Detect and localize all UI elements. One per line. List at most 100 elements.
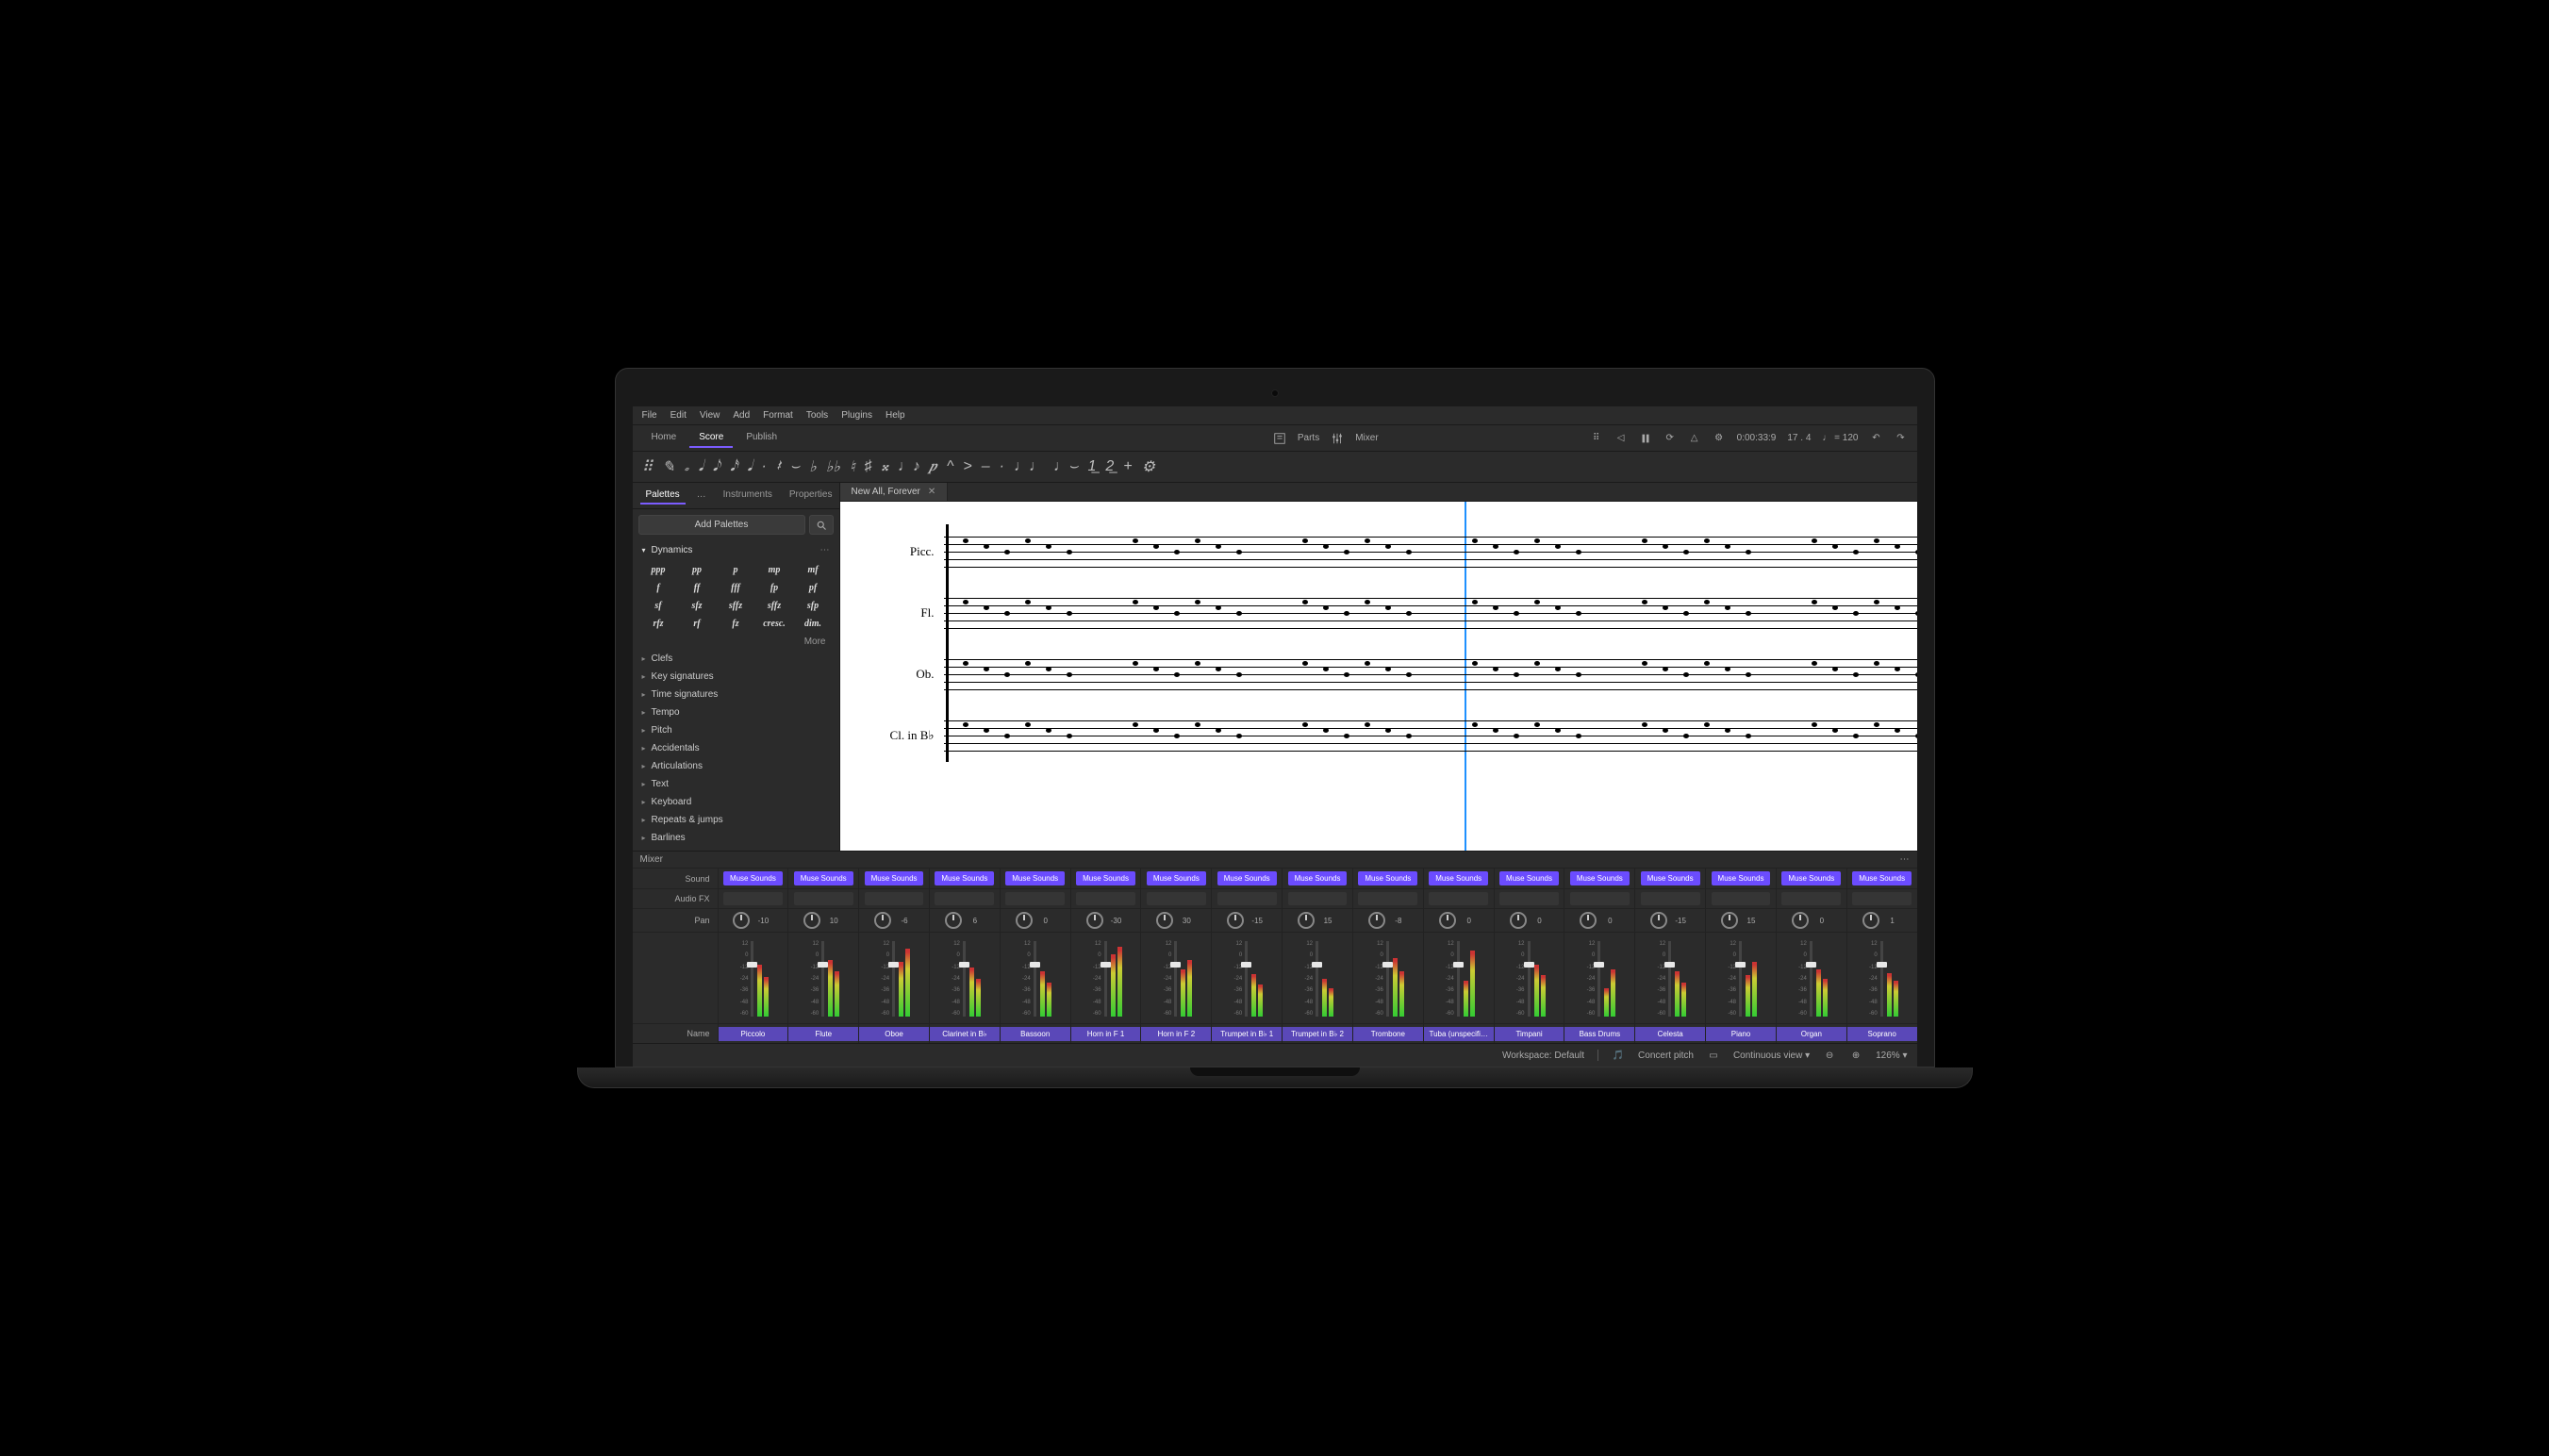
note[interactable] [1493, 544, 1498, 549]
dynamic-fz[interactable]: fz [718, 616, 754, 632]
channel-sound[interactable]: Muse Sounds [1070, 869, 1141, 888]
note[interactable] [1895, 667, 1900, 671]
note[interactable] [1302, 661, 1308, 666]
channel-pan[interactable]: -30 [1070, 909, 1141, 932]
channel-pan[interactable]: 15 [1282, 909, 1352, 932]
play-icon[interactable] [1639, 432, 1652, 445]
channel-pan[interactable]: -15 [1634, 909, 1705, 932]
note[interactable] [1704, 661, 1710, 666]
note-tool-15[interactable]: ♩♪ [898, 458, 920, 475]
dynamic-mf[interactable]: mf [795, 562, 832, 578]
channel-sound[interactable]: Muse Sounds [1776, 869, 1846, 888]
channel-sound[interactable]: Muse Sounds [1352, 869, 1423, 888]
note[interactable] [963, 600, 968, 604]
channel-volume[interactable]: 120-12-24-36-48-60 [1282, 933, 1352, 1023]
sidetab-1[interactable]: … [691, 487, 712, 505]
channel-volume[interactable]: 120-12-24-36-48-60 [1705, 933, 1776, 1023]
close-icon[interactable]: ✕ [928, 487, 935, 497]
note[interactable] [1915, 672, 1917, 677]
dynamic-cresc.[interactable]: cresc. [756, 616, 793, 632]
dynamic-sffz[interactable]: sffz [756, 598, 793, 614]
note-tool-14[interactable]: 𝄪 [882, 458, 888, 475]
note-tool-10[interactable]: ♭ [809, 457, 817, 476]
note[interactable] [1472, 538, 1478, 543]
note[interactable] [1853, 611, 1859, 616]
note[interactable] [984, 605, 989, 610]
workspace-label[interactable]: Workspace: Default [1502, 1051, 1584, 1061]
note[interactable] [1067, 734, 1072, 738]
menu-help[interactable]: Help [886, 410, 905, 421]
note-tool-3[interactable]: 𝅘𝅥 [699, 458, 703, 475]
fader[interactable] [963, 941, 966, 1017]
note[interactable] [1046, 544, 1051, 549]
note[interactable] [1746, 672, 1751, 677]
channel-pan[interactable]: 6 [929, 909, 1000, 932]
note-tool-12[interactable]: ♮ [850, 457, 855, 476]
note[interactable] [1493, 605, 1498, 610]
note[interactable] [1344, 734, 1349, 738]
channel-fx[interactable] [1000, 889, 1070, 908]
note[interactable] [1216, 544, 1221, 549]
note[interactable] [1683, 734, 1689, 738]
dynamics-more[interactable]: More [633, 634, 839, 650]
note[interactable] [1216, 728, 1221, 733]
channel-name[interactable]: Organ [1776, 1024, 1846, 1043]
channel-fx[interactable] [858, 889, 929, 908]
note[interactable] [1174, 611, 1180, 616]
note-tool-25[interactable]: + [1123, 458, 1132, 475]
note[interactable] [1174, 672, 1180, 677]
note[interactable] [1323, 728, 1329, 733]
dynamic-fp[interactable]: fp [756, 580, 793, 596]
note[interactable] [1385, 605, 1391, 610]
fader[interactable] [1104, 941, 1107, 1017]
note-tool-2[interactable]: 𝅗 [685, 458, 689, 475]
redo-icon[interactable]: ↷ [1895, 432, 1908, 445]
fader[interactable] [1174, 941, 1177, 1017]
channel-name[interactable]: Tuba (unspecifi… [1423, 1024, 1494, 1043]
fader[interactable] [1880, 941, 1883, 1017]
channel-name[interactable]: Bass Drums [1564, 1024, 1634, 1043]
note[interactable] [1853, 734, 1859, 738]
channel-sound[interactable]: Muse Sounds [1211, 869, 1282, 888]
fader[interactable] [821, 941, 824, 1017]
channel-volume[interactable]: 120-12-24-36-48-60 [1423, 933, 1494, 1023]
channel-fx[interactable] [787, 889, 858, 908]
channel-pan[interactable]: -8 [1352, 909, 1423, 932]
fader[interactable] [1245, 941, 1248, 1017]
channel-name[interactable]: Bassoon [1000, 1024, 1070, 1043]
note-tool-9[interactable]: ⌣ [790, 458, 801, 475]
note[interactable] [1004, 611, 1010, 616]
fader[interactable] [1457, 941, 1460, 1017]
note[interactable] [1725, 544, 1730, 549]
dynamic-dim.[interactable]: dim. [795, 616, 832, 632]
note-tool-4[interactable]: 𝅘𝅥𝅮 [713, 458, 720, 475]
note[interactable] [1153, 667, 1159, 671]
channel-volume[interactable]: 120-12-24-36-48-60 [929, 933, 1000, 1023]
note[interactable] [1895, 544, 1900, 549]
sidetab-2[interactable]: Instruments [718, 487, 778, 505]
channel-name[interactable]: Clarinet in B♭ [929, 1024, 1000, 1043]
fader[interactable] [1810, 941, 1812, 1017]
note[interactable] [1642, 722, 1647, 727]
metronome-icon[interactable]: △ [1688, 432, 1701, 445]
note-tool-1[interactable]: ✎ [662, 457, 674, 476]
note[interactable] [1874, 600, 1879, 604]
mixer-menu-icon[interactable]: ⋯ [1900, 854, 1910, 865]
pan-knob[interactable] [1298, 912, 1315, 929]
note[interactable] [1195, 538, 1200, 543]
fader[interactable] [1528, 941, 1531, 1017]
channel-sound[interactable]: Muse Sounds [787, 869, 858, 888]
note[interactable] [1663, 667, 1668, 671]
note[interactable] [1004, 550, 1010, 554]
file-tab[interactable]: New All, Forever ✕ [840, 483, 949, 501]
note[interactable] [1385, 544, 1391, 549]
channel-fx[interactable] [929, 889, 1000, 908]
channel-volume[interactable]: 120-12-24-36-48-60 [1211, 933, 1282, 1023]
note[interactable] [1493, 667, 1498, 671]
note[interactable] [1344, 550, 1349, 554]
staff-lines[interactable] [944, 533, 1917, 571]
navtab-publish[interactable]: Publish [737, 428, 786, 448]
fader[interactable] [751, 941, 753, 1017]
palette-section[interactable]: ▸Time signatures [633, 686, 839, 703]
note[interactable] [1895, 728, 1900, 733]
